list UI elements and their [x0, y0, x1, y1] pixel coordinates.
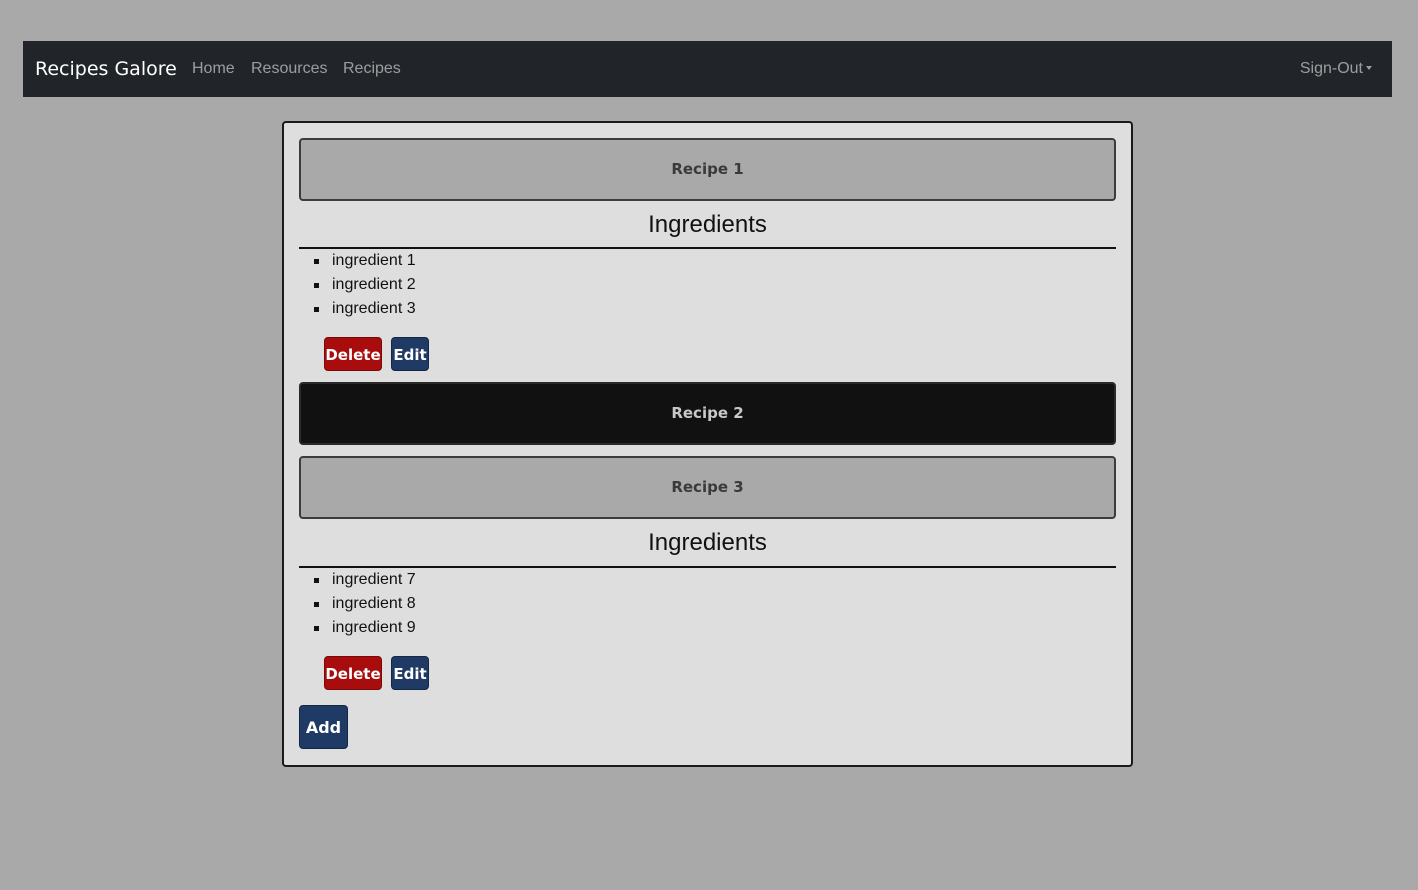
recipe-3-ingredient-list: ingredient 7 ingredient 8 ingredient 9: [299, 568, 416, 640]
sign-out-dropdown[interactable]: Sign-Out: [1300, 41, 1372, 97]
nav-resources-link[interactable]: Resources: [251, 41, 327, 97]
recipe-3-delete-button[interactable]: Delete: [324, 656, 382, 690]
bullet-icon: [314, 578, 319, 583]
ingredient-text: ingredient 9: [332, 619, 416, 636]
ingredient-text: ingredient 7: [332, 571, 416, 588]
bullet-icon: [314, 602, 319, 607]
recipe-1-divider: [299, 247, 1116, 249]
sign-out-label: Sign-Out: [1299, 60, 1363, 77]
recipe-1-delete-button[interactable]: Delete: [324, 337, 382, 371]
bullet-icon: [314, 259, 319, 264]
recipe-3-ingredients-heading: Ingredients: [648, 529, 767, 556]
recipe-1-toggle[interactable]: Recipe 1: [299, 138, 1116, 201]
bullet-icon: [314, 283, 319, 288]
recipe-1-ingredient-list: ingredient 1 ingredient 2 ingredient 3: [299, 249, 416, 321]
recipe-3-divider: [299, 566, 1116, 568]
recipe-2-toggle[interactable]: Recipe 2: [299, 382, 1116, 445]
recipes-panel: Recipe 1 Ingredients ingredient 1 ingred…: [282, 121, 1133, 767]
ingredient-item: ingredient 8: [299, 592, 416, 616]
caret-down-icon: [1366, 66, 1372, 70]
recipe-3-toggle[interactable]: Recipe 3: [299, 456, 1116, 519]
nav-recipes-link[interactable]: Recipes: [343, 41, 401, 97]
ingredient-text: ingredient 8: [332, 595, 416, 612]
ingredient-item: ingredient 1: [299, 249, 416, 273]
recipe-1-ingredients-heading: Ingredients: [648, 211, 767, 238]
nav-home-link[interactable]: Home: [192, 41, 235, 97]
ingredient-text: ingredient 1: [332, 252, 416, 269]
ingredient-text: ingredient 3: [332, 300, 416, 317]
brand-logo[interactable]: Recipes Galore: [35, 41, 177, 97]
ingredient-text: ingredient 2: [332, 276, 416, 293]
ingredient-item: ingredient 3: [299, 297, 416, 321]
recipe-3-edit-button[interactable]: Edit: [391, 656, 429, 690]
ingredient-item: ingredient 7: [299, 568, 416, 592]
top-navbar: Recipes Galore Home Resources Recipes Si…: [23, 41, 1392, 97]
ingredient-item: ingredient 9: [299, 616, 416, 640]
recipe-1-edit-button[interactable]: Edit: [391, 337, 429, 371]
add-recipe-button[interactable]: Add: [299, 705, 348, 749]
bullet-icon: [314, 307, 319, 312]
ingredient-item: ingredient 2: [299, 273, 416, 297]
bullet-icon: [314, 626, 319, 631]
